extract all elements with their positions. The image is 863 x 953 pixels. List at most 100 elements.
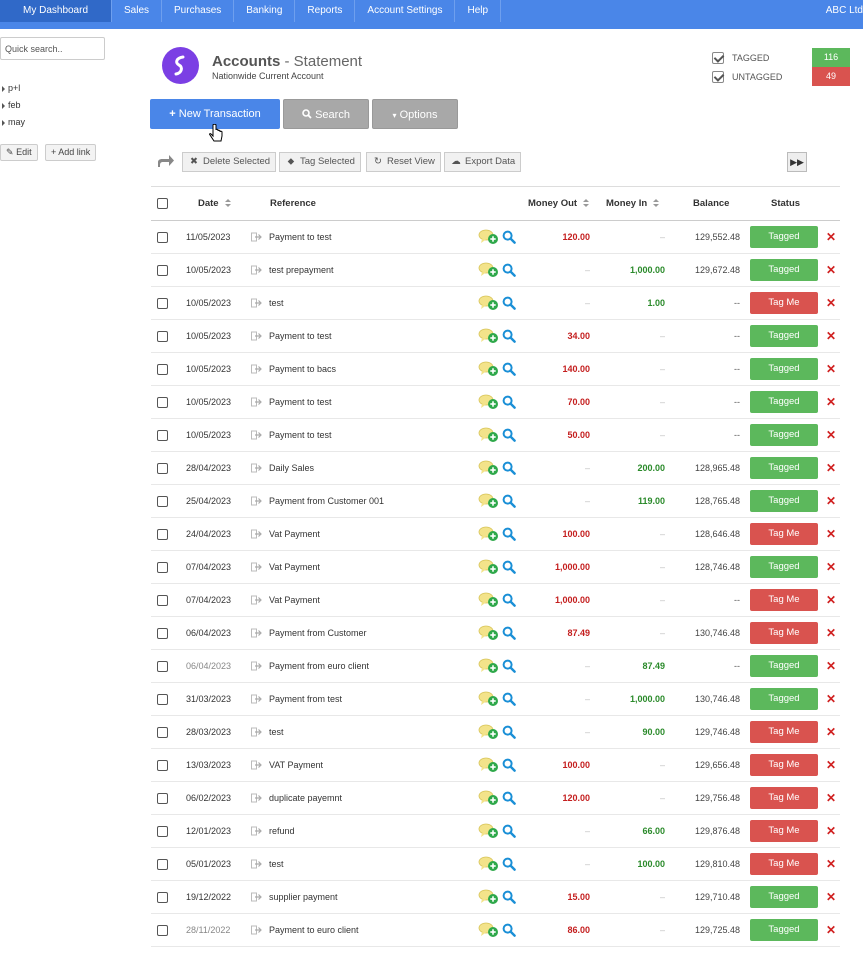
row-checkbox[interactable] [157, 726, 168, 738]
delete-row-icon[interactable]: ✕ [826, 749, 836, 781]
add-note-icon[interactable] [478, 848, 500, 880]
sidebar-link-feb[interactable]: feb [2, 99, 25, 116]
row-checkbox[interactable] [157, 660, 168, 672]
search-icon[interactable] [502, 716, 516, 748]
tag-me-button[interactable]: Tag Me [750, 853, 818, 875]
untagged-checkbox[interactable] [712, 70, 724, 83]
open-transaction-icon[interactable] [251, 386, 263, 418]
delete-row-icon[interactable]: ✕ [826, 419, 836, 451]
add-note-icon[interactable] [478, 419, 500, 451]
search-icon[interactable] [502, 551, 516, 583]
table-row[interactable]: 28/03/2023 test – 90.00 129,746.48 Tag Me ✕ [151, 716, 840, 749]
nav-banking[interactable]: Banking [234, 0, 296, 22]
search-icon[interactable] [502, 254, 516, 286]
search-icon[interactable] [502, 485, 516, 517]
search-icon[interactable] [502, 782, 516, 814]
open-transaction-icon[interactable] [251, 518, 263, 550]
open-transaction-icon[interactable] [251, 881, 263, 913]
add-note-icon[interactable] [478, 287, 500, 319]
delete-row-icon[interactable]: ✕ [826, 518, 836, 550]
sidebar-link-may[interactable]: may [2, 116, 25, 133]
delete-row-icon[interactable]: ✕ [826, 551, 836, 583]
add-note-icon[interactable] [478, 650, 500, 682]
add-note-icon[interactable] [478, 221, 500, 253]
nav-purchases[interactable]: Purchases [162, 0, 235, 22]
row-checkbox[interactable] [157, 528, 168, 540]
delete-row-icon[interactable]: ✕ [826, 320, 836, 352]
open-transaction-icon[interactable] [251, 320, 263, 352]
add-note-icon[interactable] [478, 782, 500, 814]
table-row[interactable]: 07/04/2023 Vat Payment 1,000.00 – 128,746.48… [151, 551, 840, 584]
open-transaction-icon[interactable] [251, 782, 263, 814]
table-row[interactable]: 10/05/2023 Payment to bacs 140.00 – -- Tagged… [151, 353, 840, 386]
add-note-icon[interactable] [478, 551, 500, 583]
tag-selected-button[interactable]: ⬥ Tag Selected [279, 152, 361, 172]
search-icon[interactable] [502, 584, 516, 616]
export-data-button[interactable]: ☁ Export Data [444, 152, 522, 172]
nav-account-settings[interactable]: Account Settings [355, 0, 456, 22]
table-row[interactable]: 11/05/2023 Payment to test 120.00 – 129,552.… [151, 221, 840, 254]
search-icon[interactable] [502, 815, 516, 847]
tagged-checkbox[interactable] [712, 51, 724, 64]
tagged-status-button[interactable]: Tagged [750, 655, 818, 677]
nav-my-dashboard[interactable]: My Dashboard [0, 0, 112, 22]
open-transaction-icon[interactable] [251, 716, 263, 748]
tagged-status-button[interactable]: Tagged [750, 919, 818, 941]
tag-me-button[interactable]: Tag Me [750, 523, 818, 545]
row-checkbox[interactable] [157, 924, 168, 936]
add-note-icon[interactable] [478, 254, 500, 286]
delete-row-icon[interactable]: ✕ [826, 815, 836, 847]
reset-view-button[interactable]: ↻ Reset View [366, 152, 441, 172]
table-row[interactable]: 28/11/2022 Payment to euro client 86.00 – 12… [151, 914, 840, 947]
delete-row-icon[interactable]: ✕ [826, 353, 836, 385]
table-row[interactable]: 06/02/2023 duplicate payemnt 120.00 – 129,75… [151, 782, 840, 815]
delete-row-icon[interactable]: ✕ [826, 782, 836, 814]
select-all-checkbox[interactable] [157, 198, 168, 209]
row-checkbox[interactable] [157, 627, 168, 639]
tagged-status-button[interactable]: Tagged [750, 490, 818, 512]
open-transaction-icon[interactable] [251, 287, 263, 319]
row-checkbox[interactable] [157, 396, 168, 408]
company-name[interactable]: ABC Ltd [826, 0, 863, 22]
tagged-status-button[interactable]: Tagged [750, 457, 818, 479]
nav-reports[interactable]: Reports [295, 0, 356, 22]
add-note-icon[interactable] [478, 683, 500, 715]
search-icon[interactable] [502, 353, 516, 385]
add-note-icon[interactable] [478, 881, 500, 913]
tagged-status-button[interactable]: Tagged [750, 391, 818, 413]
row-checkbox[interactable] [157, 693, 168, 705]
row-checkbox[interactable] [157, 825, 168, 837]
search-icon[interactable] [502, 320, 516, 352]
tagged-status-button[interactable]: Tagged [750, 424, 818, 446]
tagged-status-button[interactable]: Tagged [750, 358, 818, 380]
open-transaction-icon[interactable] [251, 650, 263, 682]
row-checkbox[interactable] [157, 330, 168, 342]
open-transaction-icon[interactable] [251, 914, 263, 946]
row-checkbox[interactable] [157, 891, 168, 903]
table-row[interactable]: 10/05/2023 test prepayment – 1,000.00 129,67… [151, 254, 840, 287]
search-icon[interactable] [502, 518, 516, 550]
row-checkbox[interactable] [157, 462, 168, 474]
table-row[interactable]: 13/03/2023 VAT Payment 100.00 – 129,656.48 Ta… [151, 749, 840, 782]
search-icon[interactable] [502, 419, 516, 451]
add-note-icon[interactable] [478, 716, 500, 748]
open-transaction-icon[interactable] [251, 254, 263, 286]
add-note-icon[interactable] [478, 914, 500, 946]
fast-forward-button[interactable]: ▶▶ [787, 152, 807, 172]
open-transaction-icon[interactable] [251, 683, 263, 715]
delete-row-icon[interactable]: ✕ [826, 848, 836, 880]
search-button[interactable]: Search [283, 99, 369, 129]
tagged-status-button[interactable]: Tagged [750, 556, 818, 578]
table-row[interactable]: 10/05/2023 Payment to test 70.00 – -- Tagged ✕ [151, 386, 840, 419]
add-note-icon[interactable] [478, 353, 500, 385]
tag-me-button[interactable]: Tag Me [750, 622, 818, 644]
table-row[interactable]: 05/01/2023 test – 100.00 129,810.48 Tag Me ✕ [151, 848, 840, 881]
delete-row-icon[interactable]: ✕ [826, 584, 836, 616]
open-transaction-icon[interactable] [251, 749, 263, 781]
tagged-status-button[interactable]: Tagged [750, 688, 818, 710]
table-row[interactable]: 25/04/2023 Payment from Customer 001 – 119.… [151, 485, 840, 518]
search-icon[interactable] [502, 683, 516, 715]
row-checkbox[interactable] [157, 264, 168, 276]
delete-row-icon[interactable]: ✕ [826, 716, 836, 748]
edit-links-button[interactable]: ✎ Edit [0, 144, 38, 161]
